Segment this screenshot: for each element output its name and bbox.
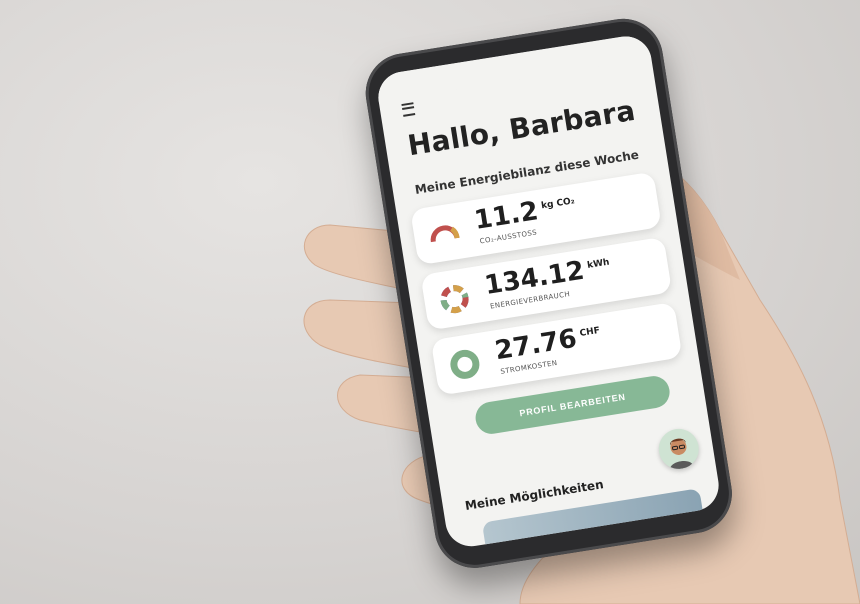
- hamburger-menu-icon[interactable]: [401, 102, 416, 117]
- energy-ring-icon: [440, 285, 469, 314]
- cost-ring-icon: [450, 349, 480, 379]
- app-screen: Hallo, Barbara Meine Energiebilanz diese…: [374, 32, 723, 550]
- avatar[interactable]: [655, 426, 702, 472]
- co2-gauge-icon: [430, 225, 460, 243]
- co2-value: 11.2kg CO₂: [472, 196, 576, 236]
- person-avatar-icon: [670, 438, 694, 471]
